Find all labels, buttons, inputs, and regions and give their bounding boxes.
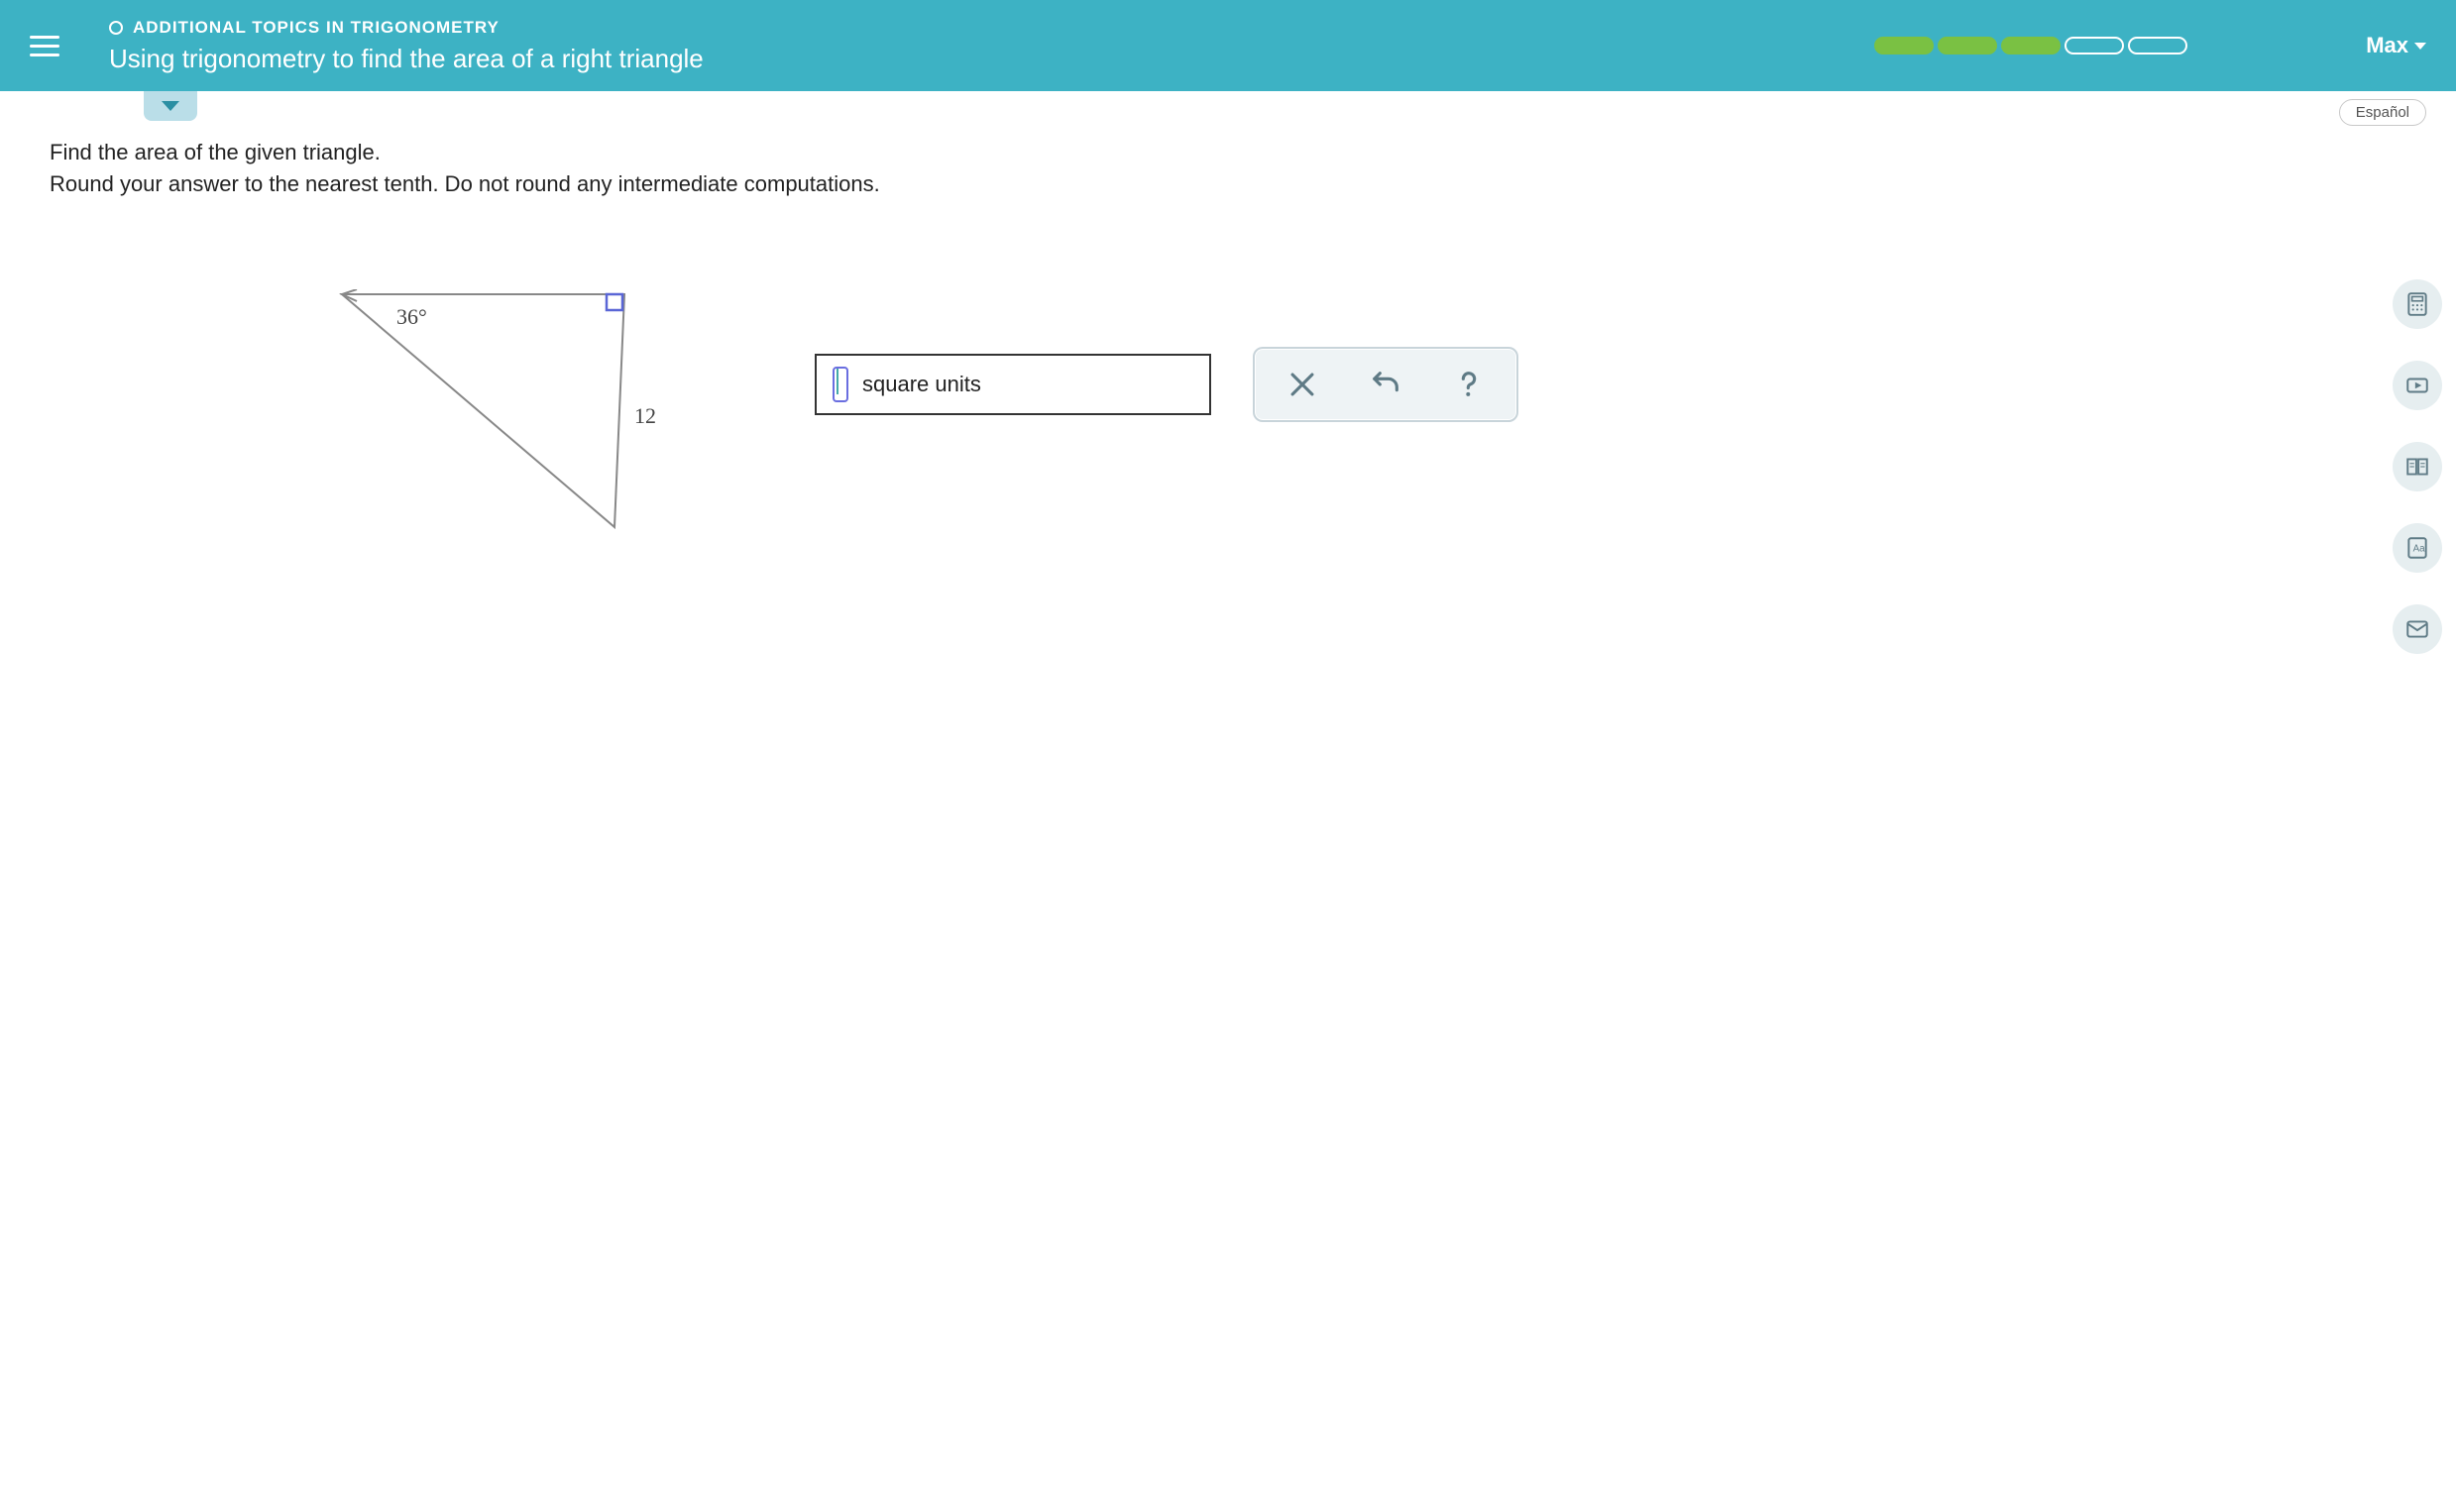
calculator-button[interactable] <box>2393 279 2442 329</box>
dropdown-tab[interactable] <box>144 91 197 121</box>
side-toolbar: Aa <box>2393 279 2442 654</box>
message-button[interactable] <box>2393 604 2442 654</box>
breadcrumb-bullet-icon <box>109 21 123 35</box>
progress-segment <box>2065 37 2124 54</box>
sub-header-row: Español <box>0 91 2456 131</box>
progress-segment <box>2128 37 2187 54</box>
answer-box[interactable]: square units <box>815 354 1211 415</box>
chevron-down-icon <box>162 101 179 111</box>
progress-bar <box>1874 37 2187 54</box>
page-title: Using trigonometry to find the area of a… <box>109 44 1874 74</box>
progress-segment <box>1938 37 1997 54</box>
language-button[interactable]: Español <box>2339 99 2426 126</box>
text-cursor-icon <box>837 369 838 394</box>
answer-units-label: square units <box>862 372 981 397</box>
header-titles: ADDITIONAL TOPICS IN TRIGONOMETRY Using … <box>109 18 1874 74</box>
menu-button[interactable] <box>20 21 69 70</box>
progress-segment <box>2001 37 2061 54</box>
glossary-icon: Aa <box>2404 535 2430 561</box>
calculator-icon <box>2404 291 2430 317</box>
answer-controls <box>1253 347 1518 422</box>
textbook-icon <box>2404 454 2430 480</box>
app-header: ADDITIONAL TOPICS IN TRIGONOMETRY Using … <box>0 0 2456 91</box>
problem-line: Round your answer to the nearest tenth. … <box>50 168 2406 200</box>
user-menu[interactable]: Max <box>2366 33 2426 58</box>
user-name: Max <box>2366 33 2408 58</box>
triangle-figure: 36° 12 <box>337 289 654 537</box>
breadcrumb-text: ADDITIONAL TOPICS IN TRIGONOMETRY <box>133 18 500 38</box>
chevron-down-icon <box>2414 43 2426 50</box>
undo-icon <box>1369 368 1402 401</box>
message-icon <box>2404 616 2430 642</box>
glossary-button[interactable]: Aa <box>2393 523 2442 573</box>
textbook-button[interactable] <box>2393 442 2442 491</box>
clear-button[interactable] <box>1261 355 1344 414</box>
progress-segment <box>1874 37 1934 54</box>
triangle-svg <box>337 289 654 537</box>
answer-input[interactable] <box>833 367 848 402</box>
problem-statement: Find the area of the given triangle. Rou… <box>0 131 2456 200</box>
angle-label: 36° <box>396 304 427 330</box>
svg-text:Aa: Aa <box>2413 543 2426 554</box>
problem-line: Find the area of the given triangle. <box>50 137 2406 168</box>
breadcrumb: ADDITIONAL TOPICS IN TRIGONOMETRY <box>109 18 1874 38</box>
video-icon <box>2404 373 2430 398</box>
question-icon <box>1452 368 1486 401</box>
side-label: 12 <box>634 403 656 429</box>
video-button[interactable] <box>2393 361 2442 410</box>
help-button[interactable] <box>1427 355 1510 414</box>
close-icon <box>1285 368 1319 401</box>
undo-button[interactable] <box>1344 355 1427 414</box>
